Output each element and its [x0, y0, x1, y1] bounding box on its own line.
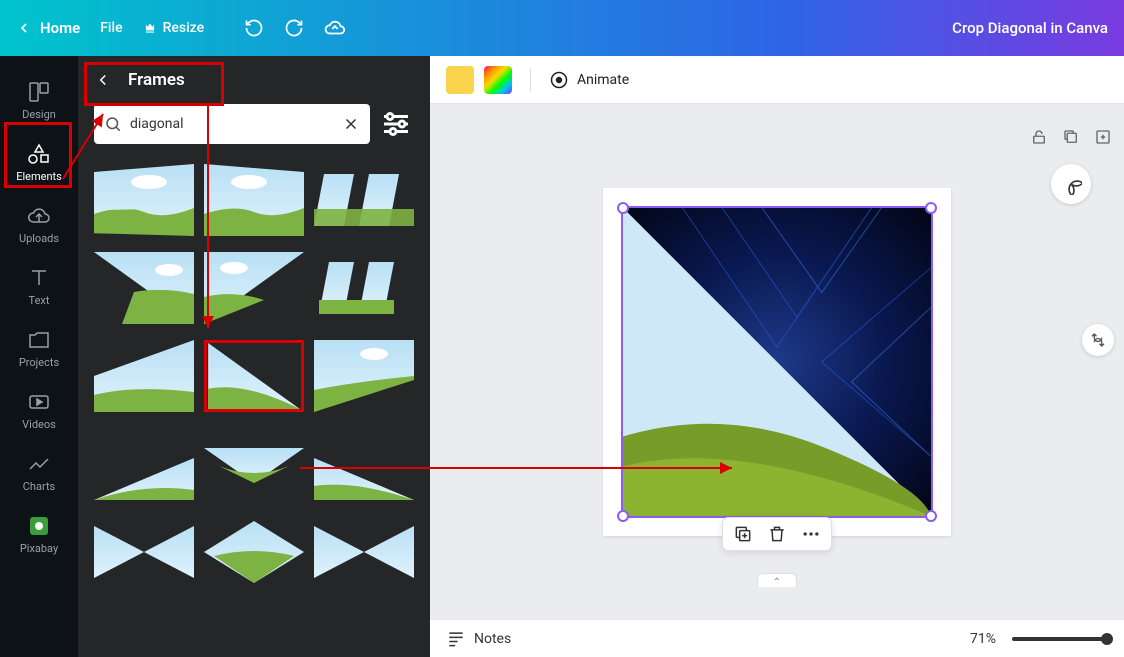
delete-button[interactable] [767, 524, 787, 544]
color-swatch-primary[interactable] [446, 66, 474, 94]
rail-elements-label: Elements [16, 170, 62, 183]
frame-thumb[interactable] [94, 252, 194, 324]
frame-thumb[interactable] [204, 428, 304, 500]
notes-button[interactable]: Notes [446, 629, 511, 649]
search-box[interactable] [94, 104, 370, 144]
frame-thumb[interactable] [314, 252, 414, 324]
rail-elements[interactable]: Elements [9, 134, 69, 190]
filter-icon[interactable] [378, 104, 414, 144]
design-page[interactable] [603, 188, 951, 536]
animate-icon [549, 70, 569, 90]
frame-thumb[interactable] [314, 516, 414, 588]
frame-thumb[interactable] [204, 164, 304, 236]
frame-thumb[interactable] [94, 516, 194, 588]
bottom-bar: Notes 71% [430, 619, 1124, 657]
home-label: Home [40, 19, 80, 37]
file-menu[interactable]: File [100, 20, 122, 36]
rail-design[interactable]: Design [9, 72, 69, 128]
rail-pixabay-label: Pixabay [20, 542, 58, 555]
rail-text[interactable]: Text [9, 258, 69, 314]
more-button[interactable] [801, 524, 821, 544]
frame-thumb[interactable] [94, 340, 194, 412]
canvas-toolbar: Animate [430, 56, 1124, 104]
frame-thumb[interactable] [204, 516, 304, 588]
zoom-slider-knob[interactable] [1101, 633, 1113, 645]
resize-label: Resize [163, 20, 205, 36]
cloud-save-icon[interactable] [324, 17, 346, 39]
magic-button[interactable] [1051, 164, 1091, 204]
animate-label: Animate [577, 72, 629, 88]
redo-icon[interactable] [284, 18, 304, 38]
color-swatch-gradient[interactable] [484, 66, 512, 94]
rail-videos[interactable]: Videos [9, 382, 69, 438]
undo-icon[interactable] [244, 18, 264, 38]
left-rail: Design Elements Uploads Text Projects Vi… [0, 56, 78, 657]
duplicate-button[interactable] [733, 524, 753, 544]
zoom-slider[interactable] [1012, 637, 1108, 641]
frame-thumb[interactable] [314, 340, 414, 412]
resize-handle-tr[interactable] [925, 202, 937, 214]
rail-uploads[interactable]: Uploads [9, 196, 69, 252]
crown-icon [143, 21, 157, 35]
rail-text-label: Text [29, 294, 50, 307]
frame-thumb[interactable] [94, 164, 194, 236]
rail-projects[interactable]: Projects [9, 320, 69, 376]
search-input[interactable] [130, 116, 334, 132]
rail-projects-label: Projects [19, 356, 59, 369]
divider [530, 68, 531, 92]
search-icon [104, 115, 122, 133]
chevron-left-icon [16, 20, 32, 36]
rail-pixabay[interactable]: Pixabay [9, 506, 69, 562]
floating-context-bar [722, 517, 832, 551]
resize-handle-tl[interactable] [617, 202, 629, 214]
rail-charts[interactable]: Charts [9, 444, 69, 500]
frames-grid [78, 156, 430, 657]
rail-charts-label: Charts [23, 480, 55, 493]
frame-thumb[interactable] [94, 428, 194, 500]
frame-thumb[interactable] [314, 428, 414, 500]
rail-uploads-label: Uploads [19, 232, 59, 245]
swap-position-button[interactable] [1082, 324, 1114, 356]
panel-title: Frames [128, 70, 185, 90]
resize-handle-br[interactable] [925, 510, 937, 522]
resize-handle-bl[interactable] [617, 510, 629, 522]
notes-label: Notes [474, 631, 511, 647]
home-button[interactable]: Home [16, 19, 80, 37]
document-title[interactable]: Crop Diagonal in Canva [952, 19, 1108, 37]
lock-icon[interactable] [1030, 128, 1048, 146]
elements-panel: Frames [78, 56, 430, 657]
selection-box [621, 206, 933, 518]
frame-thumb[interactable] [204, 252, 304, 324]
animate-button[interactable]: Animate [549, 70, 629, 90]
rail-design-label: Design [22, 108, 56, 121]
add-page-icon[interactable] [1094, 128, 1112, 146]
rail-videos-label: Videos [22, 418, 56, 431]
frame-thumb[interactable] [314, 164, 414, 236]
canvas-viewport[interactable] [430, 104, 1124, 619]
clear-search-icon[interactable] [342, 115, 360, 133]
expand-pages-toggle[interactable] [757, 573, 797, 587]
resize-menu[interactable]: Resize [143, 20, 205, 36]
back-icon[interactable] [94, 71, 112, 89]
zoom-level[interactable]: 71% [970, 631, 996, 647]
notes-icon [446, 629, 466, 649]
duplicate-page-icon[interactable] [1062, 128, 1080, 146]
frame-thumb-selected[interactable] [204, 340, 304, 412]
